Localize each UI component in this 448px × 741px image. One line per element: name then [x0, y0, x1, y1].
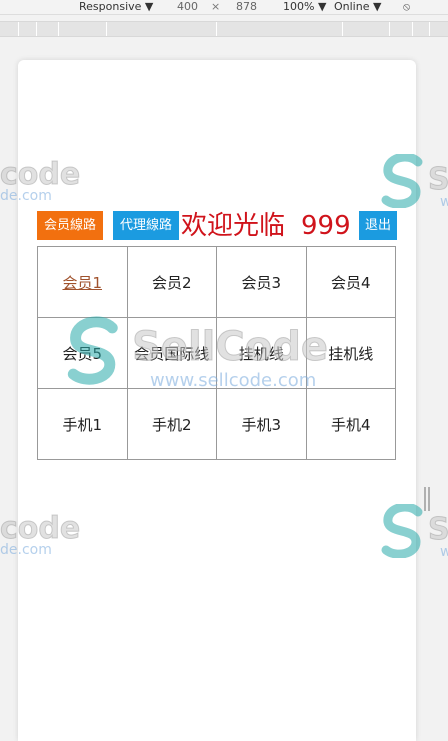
header-row: 会员線路 代理線路 欢迎光临 999 退出	[36, 209, 398, 241]
grid-cell[interactable]: 挂机线	[216, 317, 307, 389]
line-link[interactable]: 手机4	[331, 416, 371, 434]
grid-cell[interactable]: 会员4	[305, 246, 396, 318]
network-select[interactable]: Online ▼	[334, 0, 381, 14]
grid-row: 会员5 会员国际线 挂机线 挂机线	[37, 317, 396, 389]
viewport-resize-handle[interactable]	[424, 487, 430, 511]
zoom-select[interactable]: 100% ▼	[283, 0, 326, 14]
watermark-brand: Se	[428, 162, 448, 198]
line-link[interactable]: 挂机线	[239, 345, 284, 363]
line-grid: 会员1 会员2 会员3 会员4 会员5 会员国际线 挂机线 挂机线 手机1 手机…	[37, 246, 396, 460]
member-lines-button[interactable]: 会员線路	[37, 211, 103, 240]
grid-cell[interactable]: 会员2	[126, 246, 217, 318]
line-link[interactable]: 手机3	[241, 416, 281, 434]
grid-cell[interactable]: 会员国际线	[126, 317, 217, 389]
watermark-url: w	[440, 194, 448, 210]
line-link[interactable]: 会员国际线	[134, 345, 209, 363]
grid-row: 手机1 手机2 手机3 手机4	[37, 388, 396, 460]
line-link[interactable]: 挂机线	[328, 345, 373, 363]
logout-button[interactable]: 退出	[359, 211, 397, 240]
welcome-message: 欢迎光临 999	[181, 207, 351, 245]
grid-cell[interactable]: 手机3	[216, 388, 307, 460]
grid-cell[interactable]: 手机1	[37, 388, 128, 460]
line-link[interactable]: 会员1	[62, 274, 102, 292]
device-select[interactable]: Responsive ▼	[79, 0, 153, 14]
line-link[interactable]: 手机2	[152, 416, 192, 434]
grid-cell[interactable]: 挂机线	[305, 317, 396, 389]
media-query-ruler	[0, 21, 448, 37]
line-link[interactable]: 会员3	[241, 274, 281, 292]
watermark-brand: Se	[428, 512, 448, 548]
line-link[interactable]: 会员4	[331, 274, 371, 292]
grid-cell[interactable]: 会员5	[37, 317, 128, 389]
grid-cell[interactable]: 会员1	[37, 246, 128, 318]
watermark-url: w	[440, 544, 448, 560]
rotate-icon[interactable]: ⦸	[403, 0, 410, 14]
line-link[interactable]: 会员5	[62, 345, 102, 363]
width-input[interactable]: 400	[177, 0, 198, 14]
line-link[interactable]: 手机1	[62, 416, 102, 434]
grid-cell[interactable]: 手机2	[126, 388, 217, 460]
agent-lines-button[interactable]: 代理線路	[113, 211, 179, 240]
user-number: 999	[301, 211, 351, 241]
dimension-separator: ×	[211, 0, 221, 13]
height-input[interactable]: 878	[236, 0, 257, 14]
welcome-text: 欢迎光临	[181, 211, 286, 241]
line-link[interactable]: 会员2	[152, 274, 192, 292]
grid-cell[interactable]: 会员3	[216, 246, 307, 318]
grid-row: 会员1 会员2 会员3 会员4	[37, 246, 396, 318]
devtools-toolbar: Responsive ▼ 400 × 878 100% ▼ Online ▼ ⦸	[0, 0, 448, 15]
grid-cell[interactable]: 手机4	[305, 388, 396, 460]
